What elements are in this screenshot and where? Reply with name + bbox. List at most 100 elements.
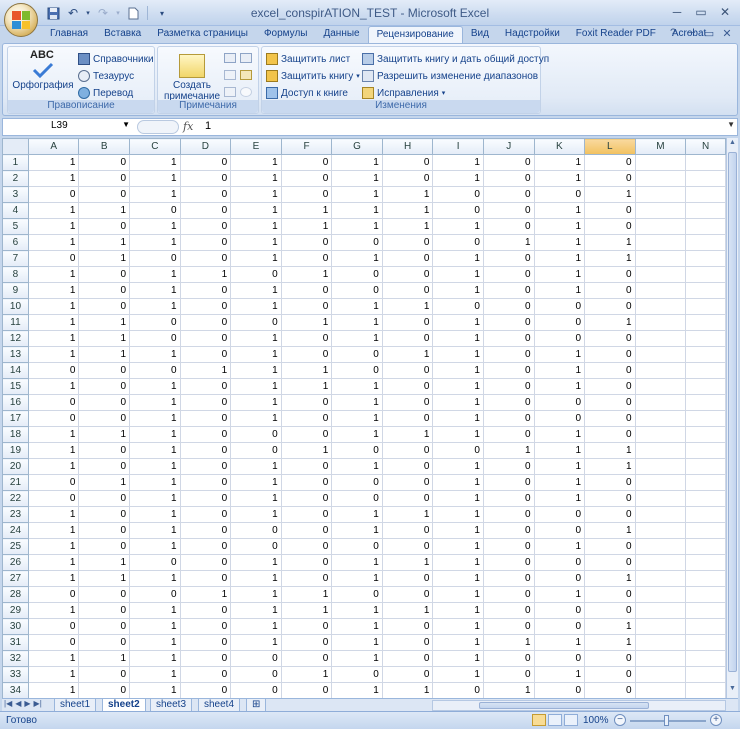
cell[interactable]: 0 [381, 362, 434, 379]
cell[interactable]: 0 [533, 554, 586, 571]
cell[interactable]: 0 [482, 298, 535, 315]
cell[interactable]: 1 [27, 506, 80, 523]
cell[interactable]: 1 [432, 522, 484, 539]
cell[interactable]: 1 [78, 314, 131, 331]
cell[interactable]: 0 [584, 394, 636, 411]
cell[interactable]: 0 [584, 666, 636, 683]
cell[interactable]: 0 [179, 202, 232, 219]
cell[interactable]: 0 [179, 666, 232, 683]
cell[interactable] [685, 170, 726, 187]
cell[interactable]: 0 [533, 602, 586, 619]
cell[interactable]: 0 [280, 186, 333, 203]
cell[interactable]: 1 [27, 458, 80, 475]
formula-input[interactable]: 1 [205, 120, 211, 132]
cell[interactable]: 1 [331, 618, 383, 635]
cell[interactable]: 1 [129, 410, 181, 427]
cell[interactable]: 1 [432, 410, 484, 427]
cell[interactable]: 1 [129, 394, 181, 411]
cell[interactable]: 0 [280, 506, 333, 523]
cell[interactable]: 1 [331, 506, 383, 523]
cell[interactable] [685, 314, 726, 331]
cell[interactable]: 1 [129, 170, 181, 187]
show-all-comments-icon[interactable] [240, 70, 252, 80]
page-layout-view-icon[interactable] [548, 714, 562, 726]
cell[interactable]: 0 [482, 410, 535, 427]
cell[interactable]: 1 [230, 234, 282, 251]
column-header[interactable]: E [230, 138, 282, 155]
cell[interactable]: 1 [230, 282, 282, 299]
cell[interactable]: 1 [533, 346, 586, 363]
cell[interactable]: 0 [432, 442, 484, 459]
cell[interactable] [685, 394, 726, 411]
cell[interactable]: 0 [179, 506, 232, 523]
cell[interactable]: 0 [179, 330, 232, 347]
cell[interactable]: 1 [280, 442, 333, 459]
cell[interactable]: 1 [230, 634, 282, 651]
cell[interactable]: 1 [331, 650, 383, 667]
cell[interactable]: 0 [179, 298, 232, 315]
cell[interactable]: 0 [381, 666, 434, 683]
cell[interactable]: 0 [533, 186, 586, 203]
cell[interactable]: 1 [432, 490, 484, 507]
cell[interactable]: 1 [230, 170, 282, 187]
cell[interactable]: 0 [78, 682, 131, 698]
ribbon-tab[interactable]: Foxit Reader PDF [568, 26, 664, 44]
cell[interactable] [685, 586, 726, 603]
cell[interactable] [634, 586, 687, 603]
cell[interactable]: 1 [27, 266, 80, 283]
zoom-out-icon[interactable]: − [614, 714, 626, 726]
cell[interactable]: 1 [432, 170, 484, 187]
cell[interactable]: 0 [27, 250, 80, 267]
cell[interactable]: 1 [27, 202, 80, 219]
row-header[interactable]: 3 [2, 186, 29, 203]
cell[interactable]: 1 [381, 298, 434, 315]
cell[interactable]: 0 [78, 522, 131, 539]
row-header[interactable]: 31 [2, 634, 29, 651]
cell[interactable]: 1 [129, 538, 181, 555]
cell[interactable]: 0 [27, 410, 80, 427]
cell[interactable]: 0 [78, 666, 131, 683]
cell[interactable]: 0 [78, 458, 131, 475]
cell[interactable]: 0 [27, 186, 80, 203]
cell[interactable] [685, 490, 726, 507]
cell[interactable] [685, 442, 726, 459]
cell[interactable]: 1 [432, 314, 484, 331]
cell[interactable]: 1 [432, 538, 484, 555]
scroll-up-icon[interactable]: ▲ [727, 139, 738, 151]
cell[interactable]: 0 [331, 490, 383, 507]
cell[interactable]: 1 [280, 586, 333, 603]
cell[interactable]: 1 [381, 202, 434, 219]
cell[interactable]: 0 [482, 570, 535, 587]
cell[interactable]: 0 [179, 538, 232, 555]
cell[interactable]: 0 [78, 298, 131, 315]
row-header[interactable]: 19 [2, 442, 29, 459]
cell[interactable]: 0 [584, 474, 636, 491]
cell[interactable]: 1 [432, 154, 484, 171]
cell[interactable]: 1 [533, 458, 586, 475]
cell[interactable] [634, 442, 687, 459]
cell[interactable]: 0 [584, 602, 636, 619]
cell[interactable]: 1 [381, 682, 434, 698]
cell[interactable]: 0 [533, 314, 586, 331]
cell[interactable]: 0 [482, 202, 535, 219]
zoom-in-icon[interactable]: + [710, 714, 722, 726]
cell[interactable]: 0 [230, 538, 282, 555]
cell[interactable]: 1 [27, 522, 80, 539]
cell[interactable] [685, 602, 726, 619]
column-header[interactable]: M [634, 138, 687, 155]
cell[interactable]: 1 [27, 170, 80, 187]
cell[interactable]: 0 [432, 234, 484, 251]
cell[interactable]: 1 [432, 282, 484, 299]
cell[interactable]: 1 [533, 202, 586, 219]
cell[interactable]: 0 [482, 554, 535, 571]
cell[interactable]: 0 [78, 394, 131, 411]
cell[interactable]: 1 [27, 666, 80, 683]
cell[interactable]: 0 [482, 266, 535, 283]
cell-table[interactable]: ABCDEFGHIJKLMN11010101010102101010101010… [2, 138, 726, 698]
cell[interactable]: 0 [331, 474, 383, 491]
cell[interactable]: 1 [432, 250, 484, 267]
cell[interactable]: 1 [27, 650, 80, 667]
help-icon[interactable]: ? [666, 27, 680, 40]
cell[interactable]: 1 [432, 458, 484, 475]
cell[interactable]: 1 [432, 394, 484, 411]
